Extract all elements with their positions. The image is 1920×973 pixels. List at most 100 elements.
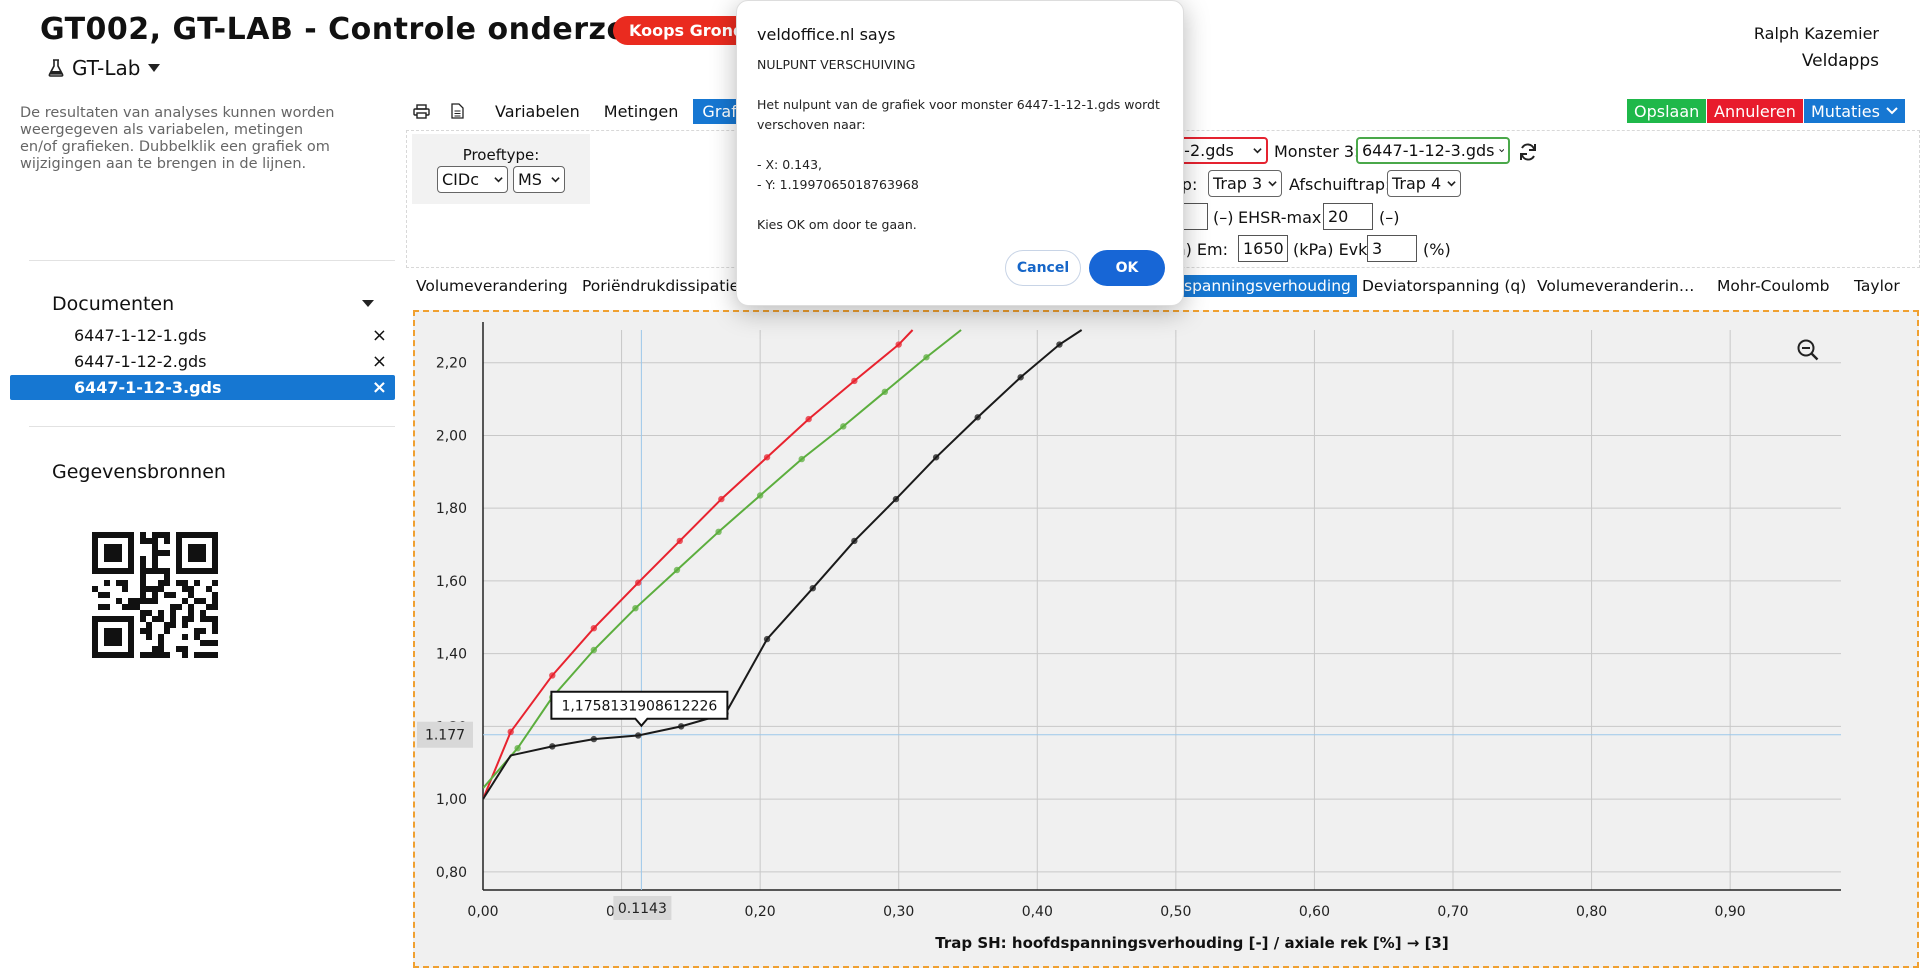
afschuiftrap-select[interactable]: Trap 4 (1387, 170, 1461, 197)
remove-document-icon[interactable]: × (372, 325, 387, 346)
chart-tab-volumeverandering-2[interactable]: Volumeveranderin… (1531, 275, 1700, 297)
flask-icon (48, 59, 64, 77)
qr-module (176, 568, 218, 574)
user-name[interactable]: Ralph Kazemier (1754, 24, 1879, 43)
chart-tab-mohr-coulomb[interactable]: Mohr-Coulomb (1711, 275, 1836, 297)
qr-module (188, 604, 194, 610)
data-point (715, 528, 722, 536)
mutations-dropdown[interactable]: Mutaties (1804, 99, 1905, 123)
data-point (590, 624, 598, 632)
remove-document-icon[interactable]: × (372, 351, 387, 372)
qr-module (140, 538, 146, 544)
user-organisation: Veldapps (1801, 51, 1879, 71)
document-icon[interactable] (442, 99, 472, 123)
confirm-dialog: veldoffice.nl says NULPUNT VERSCHUIVING … (736, 0, 1184, 306)
save-button[interactable]: Opslaan (1627, 99, 1707, 123)
qr-module (104, 544, 122, 562)
data-point (851, 537, 858, 545)
qr-module (176, 604, 182, 610)
qr-module (128, 532, 134, 574)
chevron-down-icon (1268, 181, 1277, 187)
cancel-button[interactable]: Annuleren (1707, 99, 1803, 123)
qr-module (182, 634, 188, 640)
stress-ratio-chart[interactable]: 0,000,100,200,300,400,500,600,700,800,90… (415, 312, 1917, 966)
monster-3-select[interactable]: 6447-1-12-3.gds (1356, 137, 1510, 164)
documents-collapse-toggle[interactable] (362, 300, 374, 307)
em-input[interactable]: 1650 (1238, 235, 1288, 262)
document-item-active[interactable]: 6447-1-12-3.gds × (10, 375, 395, 400)
qr-module (152, 616, 158, 622)
chart-tab-volumeverandering[interactable]: Volumeverandering (410, 275, 574, 297)
qr-module (164, 652, 170, 658)
qr-module (92, 616, 98, 658)
ehsr-max-input[interactable]: 20 (1323, 203, 1373, 230)
y-tick-label: 0,80 (436, 865, 467, 881)
chart-tab-deviatorspanning[interactable]: Deviatorspanning (q) (1356, 275, 1532, 297)
ehsr-max-label: EHSR-max: (1238, 208, 1327, 227)
qr-module (194, 628, 200, 634)
qr-module (92, 586, 98, 592)
chart-frame[interactable]: 0,000,100,200,300,400,500,600,700,800,90… (413, 310, 1919, 968)
trap-value: Trap 3 (1213, 174, 1263, 193)
tab-variabelen[interactable]: Variabelen (486, 99, 589, 124)
document-item[interactable]: 6447-1-12-1.gds × (10, 323, 395, 348)
document-name: 6447-1-12-1.gds (74, 326, 207, 345)
qr-module (206, 652, 212, 658)
qr-module (122, 604, 128, 610)
print-icon[interactable] (406, 99, 436, 123)
data-point (673, 566, 681, 574)
evk-input[interactable]: 3 (1367, 235, 1417, 262)
data-point (1017, 374, 1024, 381)
qr-module (134, 604, 140, 610)
qr-module (122, 586, 128, 592)
qr-module (164, 592, 170, 598)
zoom-out-icon[interactable] (1796, 338, 1820, 362)
dialog-cancel-button[interactable]: Cancel (1005, 250, 1081, 286)
qr-module (140, 568, 146, 574)
qr-module (104, 604, 110, 610)
qr-module (146, 652, 152, 658)
results-toolbar: Variabelen Metingen Grafiek (406, 98, 770, 124)
crosshair-y-label: 1.177 (425, 728, 465, 744)
remove-document-icon[interactable]: × (372, 377, 387, 398)
qr-module (146, 628, 152, 634)
qr-module (188, 610, 194, 616)
qr-module (212, 532, 218, 574)
data-point (895, 341, 902, 348)
data-point (881, 388, 889, 396)
em-unit-evk-label: (kPa) Evk: (1293, 240, 1373, 259)
dialog-title: veldoffice.nl says (757, 25, 896, 44)
data-point (635, 732, 642, 739)
chevron-down-icon (1498, 149, 1504, 153)
x-tick-label: 0,90 (1715, 904, 1746, 920)
chart-tab-taylor[interactable]: Taylor (1848, 275, 1906, 297)
trap-select[interactable]: Trap 3 (1208, 170, 1282, 197)
caret-down-icon (148, 64, 161, 72)
chart-tab-poriendrukdissipatie[interactable]: Poriëndrukdissipatie (576, 275, 745, 297)
crosshair-x-label: 0.1143 (618, 901, 667, 917)
qr-module (200, 610, 206, 616)
document-item[interactable]: 6447-1-12-2.gds × (10, 349, 395, 374)
dialog-ok-button[interactable]: OK (1089, 250, 1165, 286)
qr-module (104, 628, 122, 646)
qr-module (140, 592, 146, 598)
qr-module (128, 616, 134, 658)
qr-module (146, 568, 152, 574)
qr-module (164, 580, 170, 586)
qr-module (152, 598, 158, 604)
refresh-icon[interactable] (1517, 141, 1539, 163)
qr-module (176, 646, 182, 652)
qr-module (188, 586, 194, 592)
app-root: GT002, GT-LAB - Controle onderzoek Koops… (0, 0, 1920, 973)
qr-module (212, 580, 218, 586)
chart-tab-spanningsverhouding[interactable]: spanningsverhouding (1178, 275, 1357, 297)
qr-module (206, 640, 212, 646)
chevron-down-icon (1253, 148, 1262, 154)
proeftype-select[interactable]: CIDc (437, 166, 508, 193)
proeftype-sub-select[interactable]: MS (513, 166, 565, 193)
tab-metingen[interactable]: Metingen (595, 99, 688, 124)
qr-module (152, 652, 158, 658)
qr-module (158, 616, 164, 622)
data-point (851, 377, 858, 385)
lab-menu[interactable]: GT-Lab (48, 56, 161, 80)
